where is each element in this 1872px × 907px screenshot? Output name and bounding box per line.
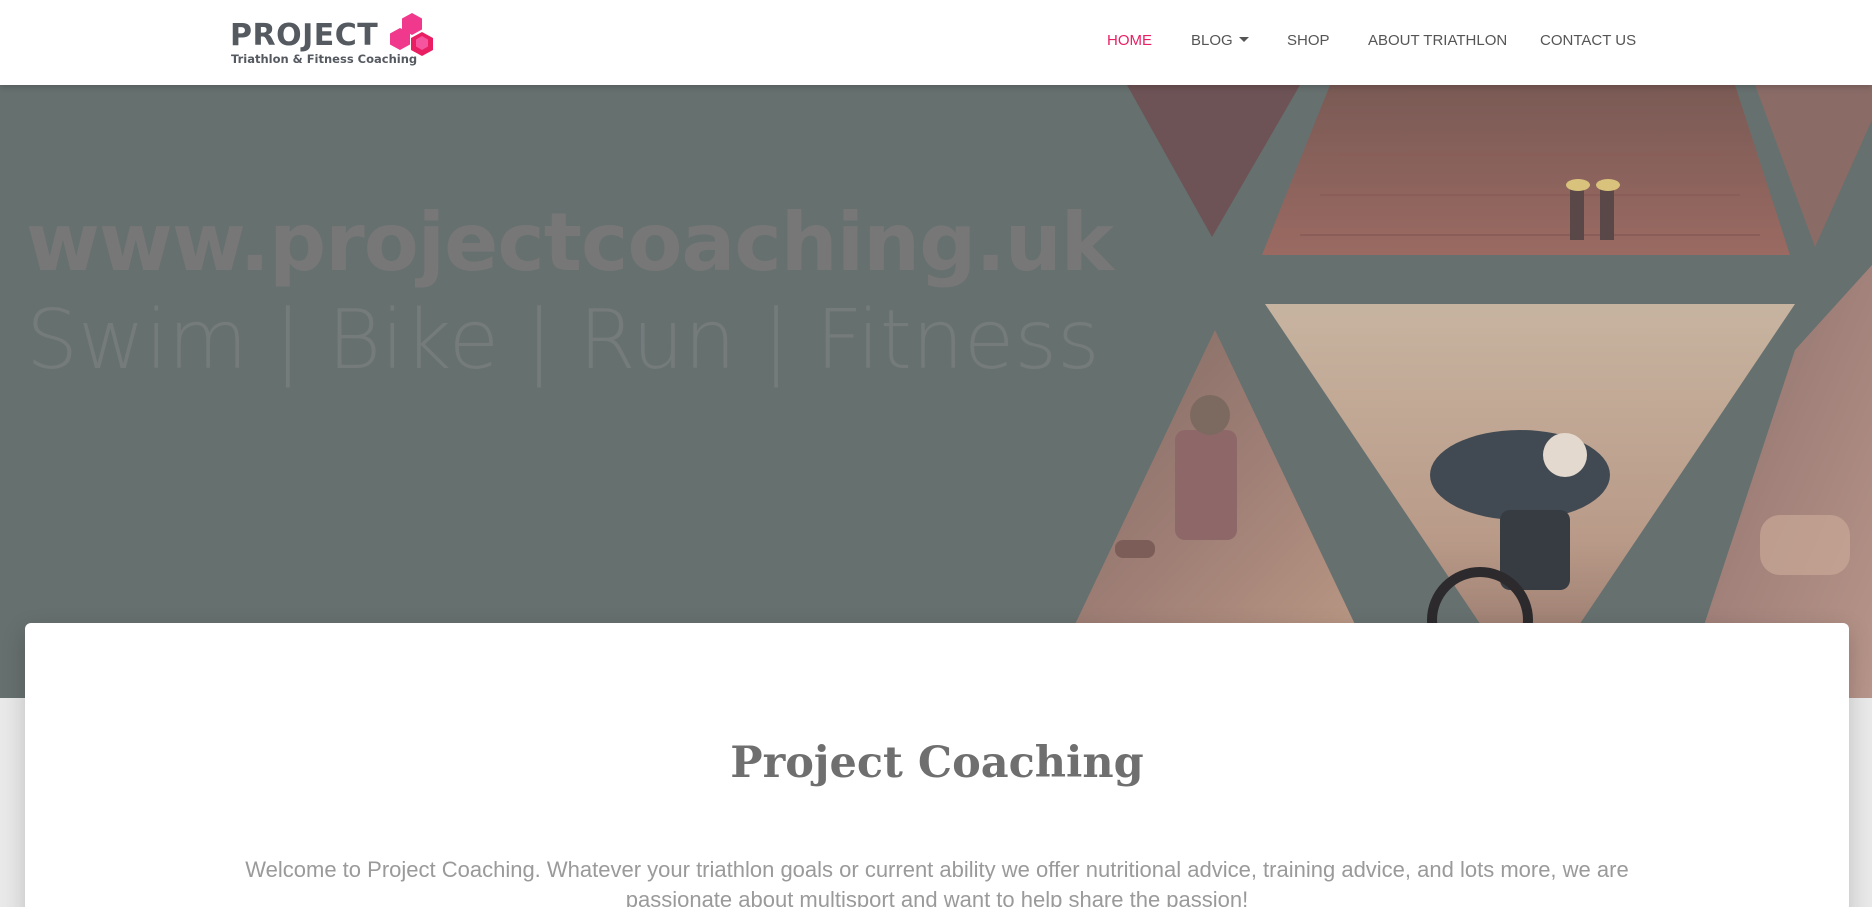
site-logo[interactable]: PROJECT Triathlon & Fitness Coaching — [230, 12, 440, 72]
nav-label: SHOP — [1287, 32, 1330, 49]
nav-item-blog[interactable]: BLOG — [1191, 32, 1249, 49]
nav-item-about-triathlon[interactable]: ABOUT TRIATHLON — [1368, 32, 1507, 49]
intro-heading: Project Coaching — [730, 738, 1144, 788]
nav-label: HOME — [1107, 32, 1152, 49]
nav-label: BLOG — [1191, 32, 1233, 49]
intro-paragraph: Welcome to Project Coaching. Whatever yo… — [245, 857, 1629, 907]
nav-label: ABOUT TRIATHLON — [1368, 32, 1508, 49]
chevron-down-icon — [1238, 36, 1249, 42]
nav-item-contact-us[interactable]: CONTACT US — [1540, 32, 1636, 49]
logo-tagline: Triathlon & Fitness Coaching — [231, 52, 418, 66]
top-navbar: PROJECT Triathlon & Fitness Coaching HOM… — [0, 0, 1872, 85]
logo-wordmark: PROJECT — [230, 18, 379, 53]
nav-item-home[interactable]: HOME — [1107, 32, 1152, 49]
hero-subtitle: Swim | Bike | Run | Fitness — [26, 293, 1100, 388]
nav-label: CONTACT US — [1540, 32, 1637, 49]
hero-banner: www.projectcoaching.uk Swim | Bike | Run… — [0, 85, 1872, 698]
intro-card: Project Coaching Welcome to Project Coac… — [25, 623, 1849, 907]
nav-item-shop[interactable]: SHOP — [1287, 32, 1330, 49]
hero-background-image — [1040, 85, 1872, 698]
hero-title: www.projectcoaching.uk — [26, 196, 1114, 289]
